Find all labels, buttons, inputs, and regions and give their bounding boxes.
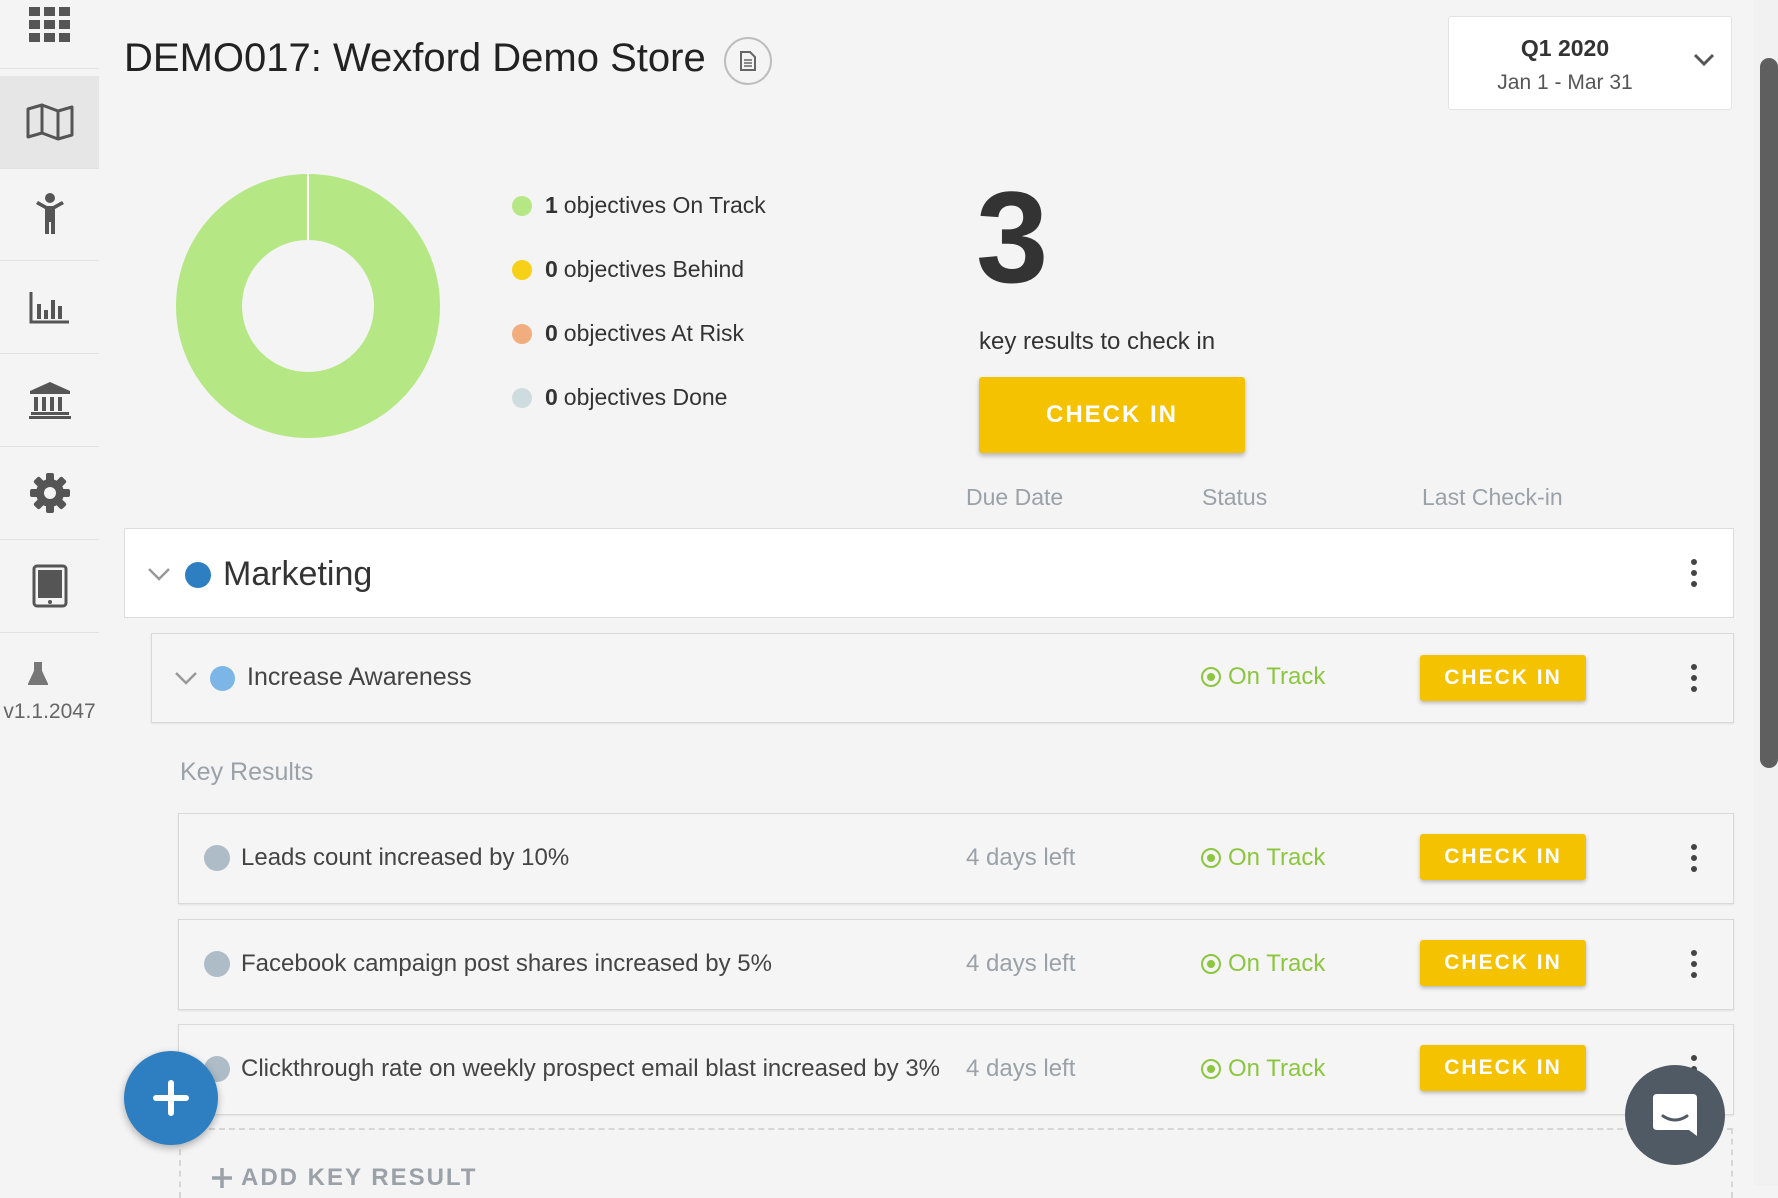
team-name: Marketing xyxy=(223,555,373,593)
kr-status-dot xyxy=(204,845,230,871)
objectives-donut-chart xyxy=(176,174,440,438)
team-color-dot xyxy=(185,562,211,588)
kr-count-label: key results to check in xyxy=(979,328,1216,355)
column-status: Status xyxy=(1202,484,1268,510)
kr-name: Clickthrough rate on weekly prospect ema… xyxy=(241,1055,941,1082)
chat-launcher-button[interactable] xyxy=(1625,1065,1725,1165)
tablet-icon[interactable] xyxy=(0,540,99,633)
team-more-menu[interactable] xyxy=(1688,559,1700,589)
add-fab-button[interactable] xyxy=(124,1051,218,1145)
kr-count: 3 xyxy=(976,164,1049,310)
kr-more-menu[interactable] xyxy=(1688,950,1700,980)
kr-due: 4 days left xyxy=(966,1055,1076,1082)
key-results-heading: Key Results xyxy=(180,758,314,786)
target-icon xyxy=(1201,954,1221,974)
objective-more-menu[interactable] xyxy=(1688,664,1700,694)
kr-name: Facebook campaign post shares increased … xyxy=(241,950,772,977)
institution-icon[interactable] xyxy=(0,354,99,447)
legend-label: objectives Done xyxy=(563,384,728,410)
legend-at-risk: 0 objectives At Risk xyxy=(512,320,744,347)
kr-check-in-button[interactable]: CHECK IN xyxy=(1420,834,1586,880)
status-label: On Track xyxy=(1228,1055,1326,1082)
version-label: v1.1.2047 xyxy=(3,700,96,723)
status-on-track: On Track xyxy=(1201,950,1325,978)
chevron-down-icon xyxy=(1693,53,1715,67)
kr-due: 4 days left xyxy=(966,844,1076,871)
person-icon[interactable] xyxy=(0,168,99,261)
target-icon xyxy=(1201,667,1221,687)
scrollbar-thumb[interactable] xyxy=(1760,58,1778,768)
legend-behind: 0 objectives Behind xyxy=(512,256,744,283)
document-icon xyxy=(740,51,756,71)
legend-label: objectives On Track xyxy=(563,192,766,218)
apps-grid-icon[interactable] xyxy=(0,0,99,69)
legend-on-track: 1 objectives On Track xyxy=(512,192,766,219)
objective-check-in-button[interactable]: CHECK IN xyxy=(1420,655,1586,701)
status-label: On Track xyxy=(1228,844,1326,871)
legend-count: 0 xyxy=(545,384,558,410)
objective-card[interactable]: Increase Awareness On Track CHECK IN xyxy=(151,633,1734,723)
key-result-row[interactable]: Facebook campaign post shares increased … xyxy=(178,919,1734,1010)
status-on-track: On Track xyxy=(1201,844,1325,872)
objective-color-dot xyxy=(210,666,235,691)
period-range: Jan 1 - Mar 31 xyxy=(1497,71,1633,94)
objective-name: Increase Awareness xyxy=(247,663,472,691)
kr-status-dot xyxy=(204,951,230,977)
period-selector[interactable]: Q1 2020 Jan 1 - Mar 31 xyxy=(1448,16,1732,110)
flask-icon xyxy=(27,662,49,691)
plus-icon xyxy=(153,1080,189,1116)
chat-icon xyxy=(1653,1094,1697,1136)
column-last-checkin: Last Check-in xyxy=(1422,484,1563,510)
team-card[interactable]: Marketing xyxy=(124,528,1734,618)
document-button[interactable] xyxy=(724,37,772,85)
legend-count: 0 xyxy=(545,256,558,282)
target-icon xyxy=(1201,848,1221,868)
status-label: On Track xyxy=(1228,950,1326,977)
chevron-down-icon[interactable] xyxy=(147,567,171,582)
gear-icon[interactable] xyxy=(0,447,99,540)
kr-check-in-button[interactable]: CHECK IN xyxy=(1420,940,1586,986)
key-result-row[interactable]: Leads count increased by 10% 4 days left… xyxy=(178,813,1734,904)
check-in-all-button[interactable]: CHECK IN xyxy=(979,377,1245,453)
period-title: Q1 2020 xyxy=(1520,35,1610,61)
kr-name: Leads count increased by 10% xyxy=(241,844,570,871)
target-icon xyxy=(1201,1059,1221,1079)
column-due-date: Due Date xyxy=(966,484,1064,510)
map-icon[interactable] xyxy=(0,76,99,169)
status-on-track: On Track xyxy=(1201,663,1325,691)
status-label: On Track xyxy=(1228,663,1326,690)
kr-more-menu[interactable] xyxy=(1688,844,1700,874)
at-risk-dot xyxy=(512,323,532,344)
add-key-result-button[interactable]: ADD KEY RESULT xyxy=(179,1128,1733,1198)
chevron-down-icon[interactable] xyxy=(174,671,198,686)
on-track-dot xyxy=(512,195,532,216)
legend-label: objectives At Risk xyxy=(563,320,745,346)
status-on-track: On Track xyxy=(1201,1055,1325,1083)
kr-due: 4 days left xyxy=(966,950,1076,977)
add-key-result-label: ADD KEY RESULT xyxy=(241,1164,478,1191)
done-dot xyxy=(512,387,532,408)
key-result-row[interactable]: Clickthrough rate on weekly prospect ema… xyxy=(178,1024,1734,1115)
kr-check-in-button[interactable]: CHECK IN xyxy=(1420,1045,1586,1091)
bar-chart-icon[interactable] xyxy=(0,261,99,354)
sidebar: v1.1.2047 xyxy=(0,0,99,1186)
legend-count: 1 xyxy=(545,192,558,218)
behind-dot xyxy=(512,259,532,280)
page-title: DEMO017: Wexford Demo Store xyxy=(124,36,706,80)
legend-count: 0 xyxy=(545,320,558,346)
legend-done: 0 objectives Done xyxy=(512,384,727,411)
legend-label: objectives Behind xyxy=(563,256,745,282)
